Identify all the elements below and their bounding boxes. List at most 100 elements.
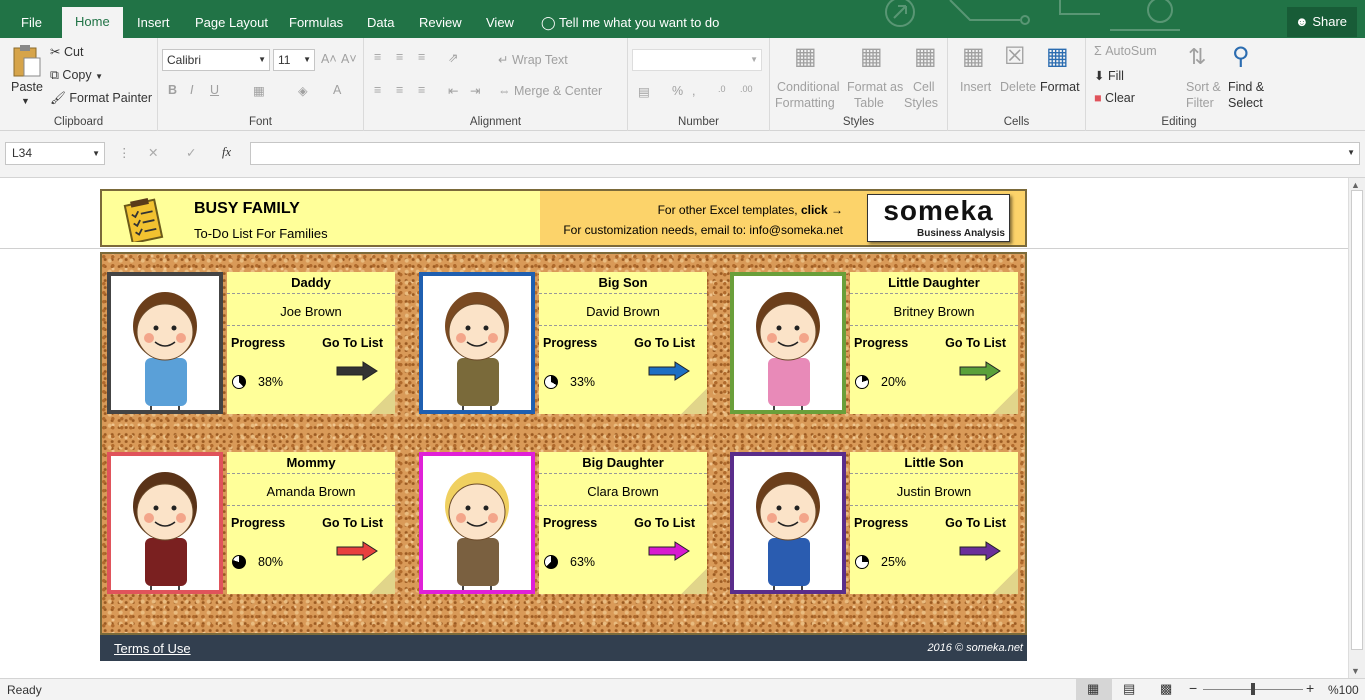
tab-review[interactable]: Review: [406, 8, 475, 38]
excel-window: File Home Insert Page Layout Formulas Da…: [0, 0, 1365, 700]
font-color-icon[interactable]: A: [333, 83, 341, 97]
scrollbar-thumb[interactable]: [1351, 190, 1363, 650]
number-format-select[interactable]: ▼: [632, 49, 762, 71]
vertical-scrollbar[interactable]: ▲ ▼: [1348, 178, 1365, 678]
formula-bar: L34 ▼ ⋮ ✕ ✓ fx ▼: [0, 131, 1365, 178]
cell-styles-button[interactable]: Cell: [913, 80, 935, 94]
page-break-view-icon[interactable]: ▩: [1160, 681, 1172, 697]
decrease-indent-icon[interactable]: ⇤: [448, 83, 458, 98]
editing-group: Σ AutoSum ⬇ Fill ■ Clear ⇅ Sort & Filter…: [1086, 38, 1272, 131]
increase-indent-icon[interactable]: ⇥: [470, 83, 480, 98]
cell-styles-line2[interactable]: Styles: [904, 96, 938, 110]
name-box[interactable]: L34 ▼: [5, 142, 105, 165]
paste-dropdown-chevron-icon[interactable]: ▼: [21, 96, 30, 106]
sort-filter-line2[interactable]: Filter: [1186, 96, 1214, 110]
middle-align-icon[interactable]: ≡: [396, 50, 403, 64]
tab-file[interactable]: File: [8, 8, 55, 38]
merge-center-button[interactable]: ⇔ Merge & Center: [498, 84, 602, 98]
align-right-icon[interactable]: ≡: [418, 83, 425, 97]
format-painter-button[interactable]: 🖌 Format Painter: [50, 91, 152, 106]
format-cells-button[interactable]: Format: [1040, 80, 1080, 94]
align-center-icon[interactable]: ≡: [396, 83, 403, 97]
conditional-formatting-line2[interactable]: Formatting: [775, 96, 835, 110]
copy-button[interactable]: ⧉ Copy ▼: [50, 68, 103, 83]
zoom-slider-thumb[interactable]: [1251, 683, 1255, 695]
orientation-icon[interactable]: ⇗: [448, 50, 458, 65]
go-to-list-arrow-icon[interactable]: [335, 540, 379, 562]
underline-button[interactable]: U: [210, 83, 219, 97]
go-to-list-arrow-icon[interactable]: [335, 360, 379, 382]
progress-pie-icon: [544, 375, 558, 389]
increase-decimal-icon[interactable]: .0: [718, 84, 726, 94]
eraser-icon: ■: [1094, 91, 1102, 105]
grow-font-icon[interactable]: A˄: [321, 52, 337, 66]
tab-page-layout[interactable]: Page Layout: [182, 8, 281, 38]
terms-of-use-link[interactable]: Terms of Use: [114, 641, 191, 656]
zoom-in-icon[interactable]: +: [1306, 680, 1314, 696]
bottom-align-icon[interactable]: ≡: [418, 50, 425, 64]
tell-me-search[interactable]: ◯ Tell me what you want to do: [528, 8, 732, 38]
scroll-down-icon[interactable]: ▼: [1351, 666, 1360, 676]
tab-insert[interactable]: Insert: [124, 8, 183, 38]
go-to-list-arrow-icon[interactable]: [647, 540, 691, 562]
person-icon: ☻: [1295, 14, 1309, 29]
tab-view[interactable]: View: [473, 8, 527, 38]
cut-button[interactable]: ✂ Cut: [50, 44, 83, 59]
merge-center-label: Merge & Center: [513, 84, 603, 98]
page-layout-view-icon[interactable]: ▤: [1123, 681, 1135, 697]
fill-button[interactable]: ⬇ Fill: [1094, 68, 1124, 83]
clear-button[interactable]: ■ Clear: [1094, 91, 1135, 105]
someka-logo[interactable]: someka Business Analysis: [867, 194, 1010, 242]
find-select-button[interactable]: Find &: [1228, 80, 1264, 94]
sort-filter-button[interactable]: Sort &: [1186, 80, 1221, 94]
conditional-formatting-button[interactable]: Conditional: [777, 80, 840, 94]
member-role: Big Daughter: [539, 452, 707, 474]
format-as-table-icon: ▦: [860, 43, 883, 70]
format-as-table-button[interactable]: Format as: [847, 80, 903, 94]
find-select-line2[interactable]: Select: [1228, 96, 1263, 110]
share-button[interactable]: ☻ Share: [1287, 7, 1357, 37]
decrease-decimal-icon[interactable]: .00: [740, 84, 753, 94]
click-link[interactable]: click →: [801, 203, 843, 217]
comma-icon[interactable]: ,: [692, 84, 695, 98]
font-size-select[interactable]: 11 ▼: [273, 49, 315, 71]
insert-function-icon[interactable]: fx: [222, 145, 231, 160]
scroll-up-icon[interactable]: ▲: [1351, 180, 1360, 190]
go-to-list-arrow-icon[interactable]: [958, 360, 1002, 382]
delete-cells-button[interactable]: Delete: [1000, 80, 1036, 94]
borders-icon[interactable]: ▦: [253, 83, 265, 98]
worksheet[interactable]: BUSY FAMILY To-Do List For Families For …: [0, 178, 1348, 678]
go-to-list-arrow-icon[interactable]: [647, 360, 691, 382]
share-label: Share: [1312, 14, 1348, 29]
tab-home[interactable]: Home: [62, 7, 123, 38]
font-name-select[interactable]: Calibri ▼: [162, 49, 270, 71]
insert-cells-icon: ▦: [962, 43, 985, 70]
zoom-out-icon[interactable]: −: [1189, 680, 1197, 696]
enter-check-icon[interactable]: ✓: [186, 145, 196, 160]
fill-down-icon: ⬇: [1094, 69, 1105, 83]
formula-input[interactable]: ▼: [250, 142, 1360, 165]
fill-color-icon[interactable]: ◈: [298, 83, 308, 98]
percent-button[interactable]: %: [672, 84, 683, 98]
shrink-font-icon[interactable]: A˅: [341, 52, 357, 66]
currency-icon[interactable]: ▤: [638, 84, 650, 99]
cancel-icon[interactable]: ✕: [148, 145, 158, 160]
member-avatar-illustration: [756, 472, 820, 590]
wrap-text-button[interactable]: ↵ Wrap Text: [498, 52, 568, 67]
go-to-list-arrow-icon[interactable]: [958, 540, 1002, 562]
autosum-button[interactable]: Σ AutoSum: [1094, 44, 1157, 58]
progress-label: Progress: [231, 516, 286, 530]
insert-cells-button[interactable]: Insert: [960, 80, 991, 94]
zoom-slider[interactable]: [1203, 683, 1303, 695]
bold-button[interactable]: B: [168, 83, 177, 97]
progress-label: Progress: [854, 516, 909, 530]
tab-data[interactable]: Data: [354, 8, 407, 38]
italic-button[interactable]: I: [190, 83, 193, 97]
format-as-table-line2[interactable]: Table: [854, 96, 884, 110]
templates-link[interactable]: For other Excel templates, click →: [658, 203, 843, 217]
tab-formulas[interactable]: Formulas: [276, 8, 356, 38]
normal-view-button[interactable]: ▦: [1076, 679, 1112, 700]
align-left-icon[interactable]: ≡: [374, 83, 381, 97]
paste-button[interactable]: Paste: [11, 80, 43, 94]
top-align-icon[interactable]: ≡: [374, 50, 381, 64]
